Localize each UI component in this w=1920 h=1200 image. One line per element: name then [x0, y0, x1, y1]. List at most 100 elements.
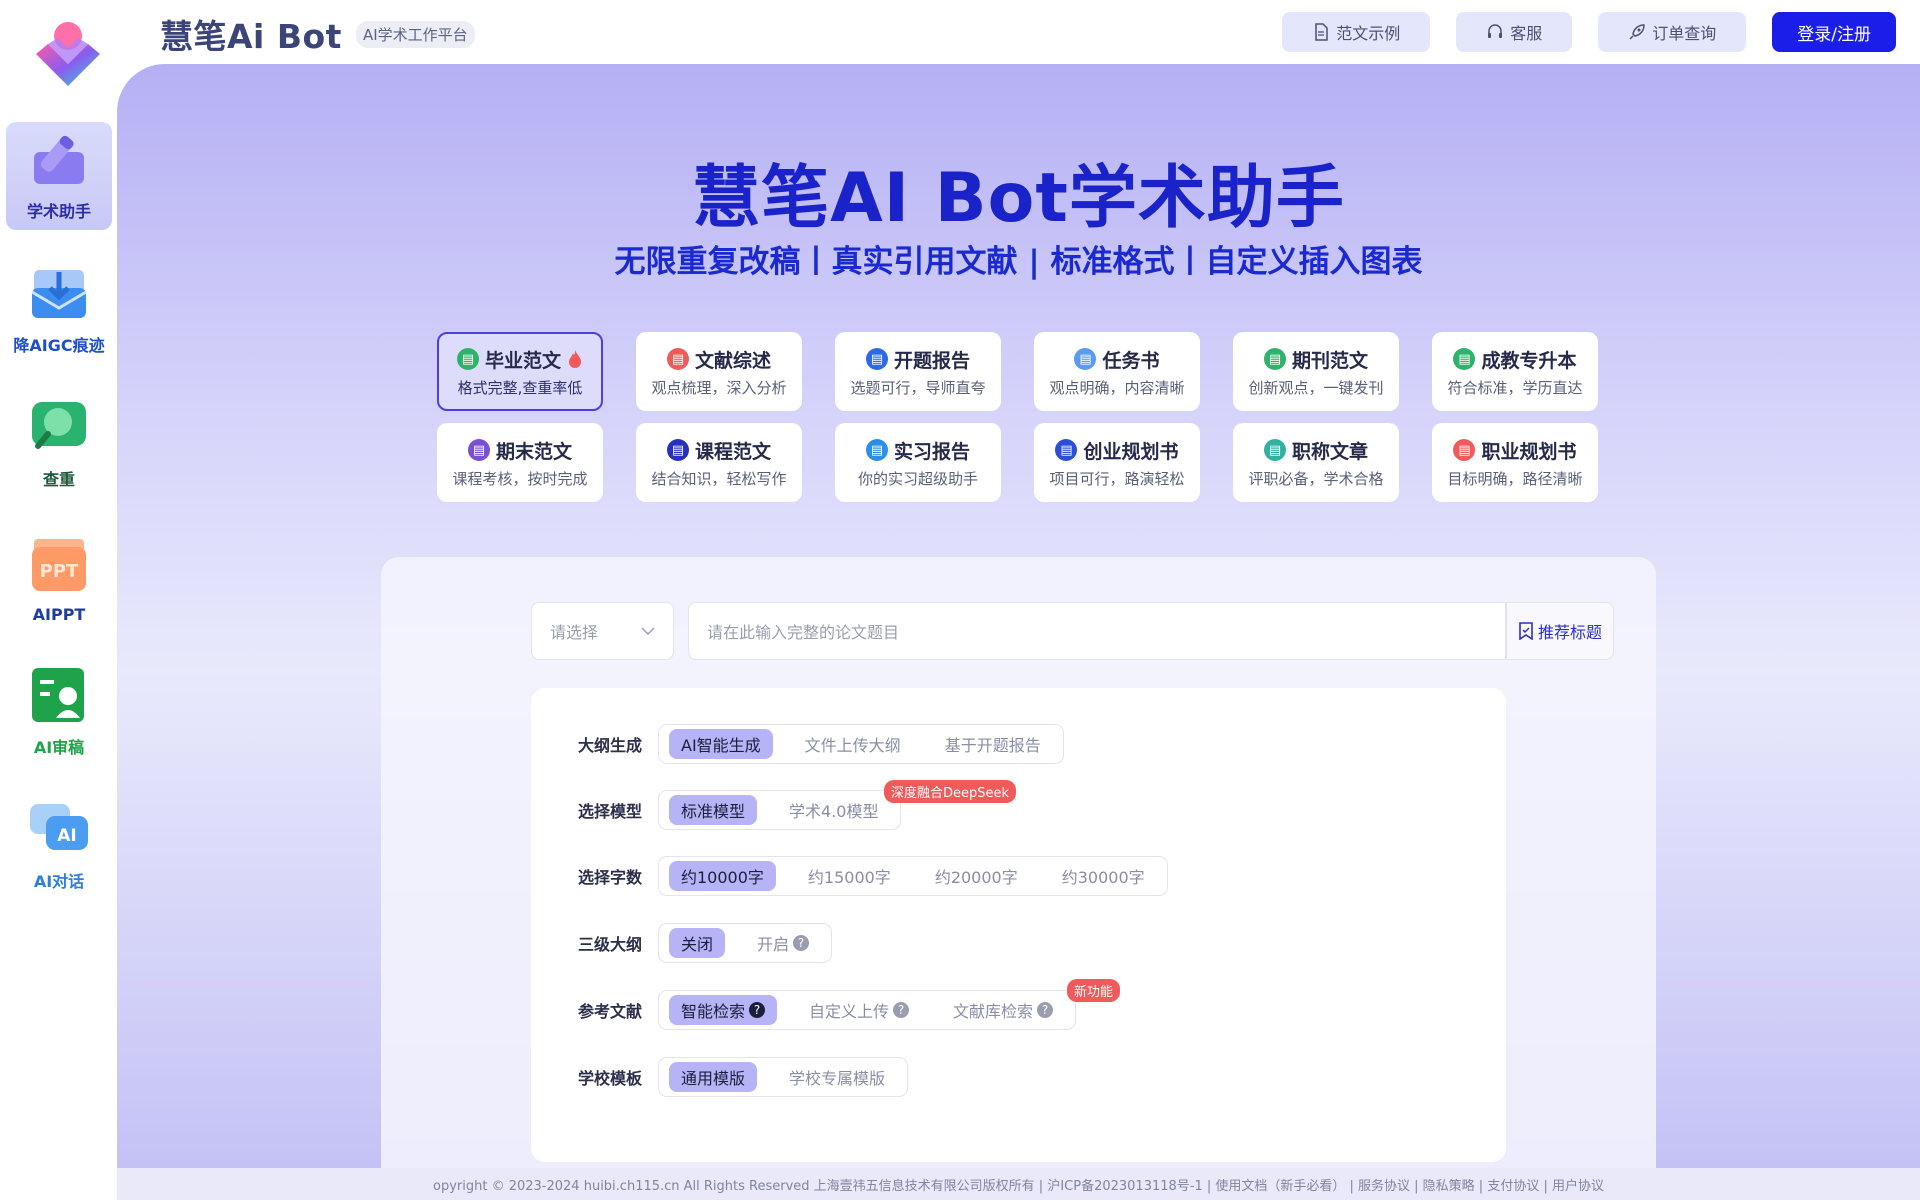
card-literature-review[interactable]: ▤ 文献综述 观点梳理，深入分析: [636, 332, 802, 411]
order-query-button[interactable]: 订单查询: [1598, 12, 1747, 52]
type-select-placeholder: 请选择: [550, 623, 599, 642]
option-custom-upload-label: 自定义上传: [809, 1002, 890, 1021]
option-15000-words[interactable]: 约15000字: [796, 861, 903, 891]
help-icon[interactable]: ?: [1037, 1002, 1054, 1018]
card-icon: ▤: [1055, 439, 1078, 461]
option-10000-words[interactable]: 约10000字: [669, 861, 776, 891]
option-standard-model[interactable]: 标准模型: [669, 795, 758, 825]
reviewer-icon: [32, 668, 84, 722]
row-label: 学校模板: [578, 1069, 643, 1088]
card-final-essay[interactable]: ▤ 期末范文 课程考核，按时完成: [437, 423, 603, 502]
hero-title: 慧笔AI Bot学术助手: [692, 159, 1345, 238]
card-proposal-report[interactable]: ▤ 开题报告 选题可行，导师直夸: [835, 332, 1001, 411]
card-desc: 观点明确，内容清晰: [1049, 378, 1185, 397]
card-icon: ▤: [1263, 439, 1286, 461]
option-off[interactable]: 关闭: [669, 928, 726, 958]
row-model: 选择模型 标准模型 学术4.0模型 深度融合DeepSeek: [578, 780, 1017, 830]
card-graduation-essay[interactable]: ▤ 毕业范文 格式完整,查重率低: [437, 332, 603, 411]
generation-panel: 请选择 请在此输入完整的论文题目 推荐标题 大纲生成 AI智能生成 文件上传大纲…: [381, 557, 1656, 1168]
type-select[interactable]: 请选择: [531, 602, 674, 660]
option-smart-search-label: 智能检索: [681, 1002, 746, 1021]
sidebar-item-reduce-aigc[interactable]: 降AIGC痕迹: [6, 256, 112, 364]
sidebar-item-ai-review[interactable]: AI审稿: [6, 658, 112, 766]
sidebar-item-label: 降AIGC痕迹: [13, 336, 105, 355]
row-label: 选择模型: [578, 802, 643, 821]
card-icon: ▤: [1453, 348, 1476, 370]
help-icon[interactable]: ?: [893, 1002, 910, 1018]
hero-subtitle: 无限重复改稿丨真实引用文献 | 标准格式丨自定义插入图表: [614, 244, 1423, 280]
sidebar-item-label: AI对话: [33, 872, 85, 891]
card-title: 期末范文: [495, 440, 572, 463]
category-cards: ▤ 毕业范文 格式完整,查重率低 ▤ 文献综述 观点梳理，深入分析 ▤ 开题报告 选题…: [437, 332, 1601, 502]
row-outline: 大纲生成 AI智能生成 文件上传大纲 基于开题报告: [578, 724, 1064, 764]
option-smart-search[interactable]: 智能检索?: [669, 995, 778, 1025]
deepseek-badge: 深度融合DeepSeek: [884, 780, 1017, 803]
svg-text:AI: AI: [57, 826, 76, 846]
option-school-template[interactable]: 学校专属模版: [777, 1062, 897, 1092]
fire-icon: [569, 350, 581, 368]
card-title: 毕业范文: [484, 349, 561, 372]
bookmark-icon: [1519, 622, 1533, 640]
brand-tag: AI学术工作平台: [355, 20, 475, 48]
login-register-button[interactable]: 登录/注册: [1772, 12, 1896, 52]
card-title: 职称文章: [1291, 440, 1368, 463]
customer-service-button[interactable]: 客服: [1456, 12, 1573, 52]
magnifier-icon: [32, 402, 86, 449]
card-assignment[interactable]: ▤ 任务书 观点明确，内容清晰: [1034, 332, 1200, 411]
sidebar-item-label: 学术助手: [26, 202, 91, 221]
row-label: 选择字数: [578, 868, 643, 887]
ppt-icon: PPT: [32, 539, 86, 591]
order-query-label: 订单查询: [1652, 24, 1717, 43]
help-icon[interactable]: ?: [749, 1002, 766, 1018]
brand-name: 慧笔Ai Bot: [160, 17, 342, 56]
option-custom-upload[interactable]: 自定义上传?: [797, 995, 921, 1025]
card-internship-report[interactable]: ▤ 实习报告 你的实习超级助手: [835, 423, 1001, 502]
card-journal-essay[interactable]: ▤ 期刊范文 创新观点，一键发刊: [1233, 332, 1399, 411]
option-from-proposal[interactable]: 基于开题报告: [933, 729, 1053, 759]
main-content: 慧笔AI Bot学术助手 无限重复改稿丨真实引用文献 | 标准格式丨自定义插入图…: [117, 64, 1920, 1168]
sidebar-item-ai-chat[interactable]: AI AI对话: [6, 792, 112, 900]
card-adult-education[interactable]: ▤ 成教专升本 符合标准，学历直达: [1432, 332, 1598, 411]
logo-heart-icon[interactable]: [28, 14, 108, 94]
option-library-search[interactable]: 文献库检索?: [941, 995, 1065, 1025]
card-title: 期刊范文: [1291, 349, 1368, 372]
option-academic-4-model[interactable]: 学术4.0模型: [777, 795, 890, 825]
row-label: 参考文献: [578, 1002, 643, 1021]
option-20000-words[interactable]: 约20000字: [923, 861, 1030, 891]
sidebar-item-aippt[interactable]: PPT AIPPT: [6, 524, 112, 632]
thesis-title-input[interactable]: 请在此输入完整的论文题目: [688, 602, 1506, 660]
row-label: 三级大纲: [578, 935, 643, 954]
template-segment: 通用模版 学校专属模版: [658, 1057, 909, 1097]
card-title: 创业规划书: [1083, 440, 1179, 463]
sidebar-item-label: 查重: [42, 470, 75, 489]
option-upload-outline[interactable]: 文件上传大纲: [793, 729, 913, 759]
card-icon: ▤: [1453, 439, 1476, 461]
model-segment: 标准模型 学术4.0模型 深度融合DeepSeek: [658, 780, 1017, 830]
document-icon: [1315, 23, 1328, 41]
option-30000-words[interactable]: 约30000字: [1050, 861, 1157, 891]
card-icon: ▤: [865, 348, 888, 370]
card-course-essay[interactable]: ▤ 课程范文 结合知识，轻松写作: [636, 423, 802, 502]
sidebar-item-plagiarism-check[interactable]: 查重: [6, 390, 112, 498]
card-career-plan[interactable]: ▤ 职业规划书 目标明确，路径清晰: [1432, 423, 1598, 502]
card-icon: ▤: [1074, 348, 1097, 370]
sample-essays-button[interactable]: 范文示例: [1282, 12, 1431, 52]
row-references: 参考文献 智能检索? 自定义上传? 文献库检索? 新功能: [578, 979, 1121, 1030]
sidebar-item-label: AIPPT: [32, 605, 86, 624]
references-segment: 智能检索? 自定义上传? 文献库检索? 新功能: [658, 979, 1121, 1030]
sidebar-item-academic-assistant[interactable]: 学术助手: [6, 122, 112, 230]
card-professional-title-article[interactable]: ▤ 职称文章 评职必备，学术合格: [1233, 423, 1399, 502]
row-words: 选择字数 约10000字 约15000字 约20000字 约30000字: [578, 856, 1168, 896]
footer: opyright © 2023-2024 huibi.ch115.cn All …: [117, 1168, 1920, 1200]
option-ai-generate[interactable]: AI智能生成: [669, 729, 773, 759]
card-title: 开题报告: [893, 349, 970, 372]
help-icon[interactable]: ?: [793, 935, 810, 951]
option-on[interactable]: 开启?: [745, 928, 821, 958]
top-actions: 范文示例 客服 订单查询 登录/注册: [1282, 12, 1896, 52]
card-desc: 评职必备，学术合格: [1248, 469, 1384, 488]
sample-essays-label: 范文示例: [1336, 24, 1401, 43]
option-general-template[interactable]: 通用模版: [669, 1062, 758, 1092]
card-desc: 你的实习超级助手: [857, 469, 978, 488]
recommend-title-button[interactable]: 推荐标题: [1506, 602, 1614, 660]
card-business-plan[interactable]: ▤ 创业规划书 项目可行，路演轻松: [1034, 423, 1200, 502]
